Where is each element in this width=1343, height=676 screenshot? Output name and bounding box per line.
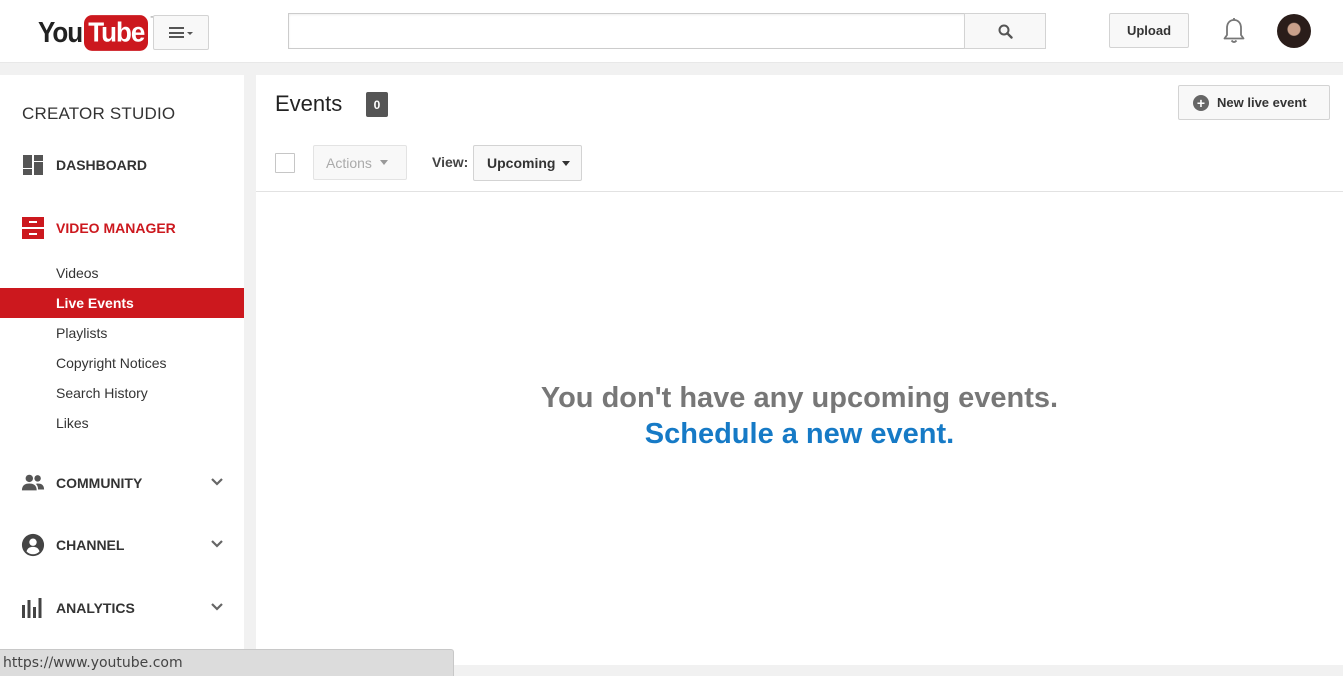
video-manager-icon xyxy=(21,216,45,240)
sidebar-item-video-manager-label: VIDEO MANAGER xyxy=(56,220,176,236)
channel-icon xyxy=(21,533,45,557)
sidebar-item-analytics[interactable]: ANALYTICS xyxy=(0,593,244,623)
sidebar-item-dashboard[interactable]: DASHBOARD xyxy=(0,150,244,180)
masthead: You Tube TW Upload xyxy=(0,0,1343,63)
sidebar-subitem-live-events[interactable]: Live Events xyxy=(0,288,244,318)
browser-status-bar: https://www.youtube.com xyxy=(0,649,454,676)
notifications-button[interactable] xyxy=(1220,16,1248,46)
sidebar-subitem-playlists[interactable]: Playlists xyxy=(0,318,244,348)
chevron-down-icon[interactable] xyxy=(210,474,224,492)
view-filter-value: Upcoming xyxy=(487,155,556,171)
hamburger-icon xyxy=(169,27,184,38)
search-input[interactable] xyxy=(288,13,965,49)
search-button[interactable] xyxy=(964,13,1046,49)
creator-studio-title[interactable]: CREATOR STUDIO xyxy=(22,104,175,124)
dashboard-icon xyxy=(21,153,45,177)
youtube-logo[interactable]: You Tube TW xyxy=(38,14,169,51)
sidebar-item-channel[interactable]: CHANNEL xyxy=(0,530,244,560)
events-toolbar: Events 0 + New live event Actions View: … xyxy=(256,75,1343,192)
sidebar-item-video-manager[interactable]: VIDEO MANAGER xyxy=(0,213,244,243)
actions-label: Actions xyxy=(326,154,372,171)
plus-circle-icon: + xyxy=(1193,94,1209,111)
caret-down-icon xyxy=(187,32,193,35)
sidebar-item-dashboard-label: DASHBOARD xyxy=(56,157,147,173)
sidebar-item-channel-label: CHANNEL xyxy=(56,537,125,553)
events-panel: Events 0 + New live event Actions View: … xyxy=(256,75,1343,665)
view-filter-dropdown[interactable]: Upcoming xyxy=(473,145,582,181)
actions-dropdown[interactable]: Actions xyxy=(313,145,407,180)
new-live-event-label: New live event xyxy=(1217,95,1307,110)
select-all-checkbox[interactable] xyxy=(275,153,295,173)
creator-studio-sidebar: CREATOR STUDIO DASHBOARD VIDEO MANAGER V… xyxy=(0,75,244,676)
upload-button[interactable]: Upload xyxy=(1109,13,1189,48)
view-label: View: xyxy=(432,154,469,170)
chevron-down-icon[interactable] xyxy=(210,536,224,554)
sidebar-item-analytics-label: ANALYTICS xyxy=(56,600,135,616)
sidebar-subitem-copyright-notices[interactable]: Copyright Notices xyxy=(0,348,244,378)
new-live-event-button[interactable]: + New live event xyxy=(1178,85,1330,120)
page-title: Events xyxy=(275,91,343,116)
sidebar-subitem-videos[interactable]: Videos xyxy=(0,258,244,288)
logo-tube-text: Tube xyxy=(84,15,149,51)
sidebar-item-community[interactable]: COMMUNITY xyxy=(0,468,244,498)
caret-down-icon xyxy=(379,160,388,165)
guide-menu-button[interactable] xyxy=(153,15,209,50)
empty-state-message: You don't have any upcoming events. xyxy=(540,382,1059,414)
event-count-badge: 0 xyxy=(366,92,388,117)
chevron-down-icon[interactable] xyxy=(210,599,224,617)
search-icon xyxy=(998,24,1013,39)
caret-down-icon xyxy=(562,160,571,166)
account-avatar[interactable] xyxy=(1277,14,1311,48)
community-icon xyxy=(21,471,45,495)
sidebar-item-community-label: COMMUNITY xyxy=(56,475,143,491)
schedule-new-event-link[interactable]: Schedule a new event. xyxy=(256,416,1343,452)
analytics-icon xyxy=(21,596,45,620)
sidebar-subitem-likes[interactable]: Likes xyxy=(0,408,244,438)
sidebar-subitem-search-history[interactable]: Search History xyxy=(0,378,244,408)
bell-icon xyxy=(1223,18,1245,43)
logo-you-text: You xyxy=(38,15,83,49)
